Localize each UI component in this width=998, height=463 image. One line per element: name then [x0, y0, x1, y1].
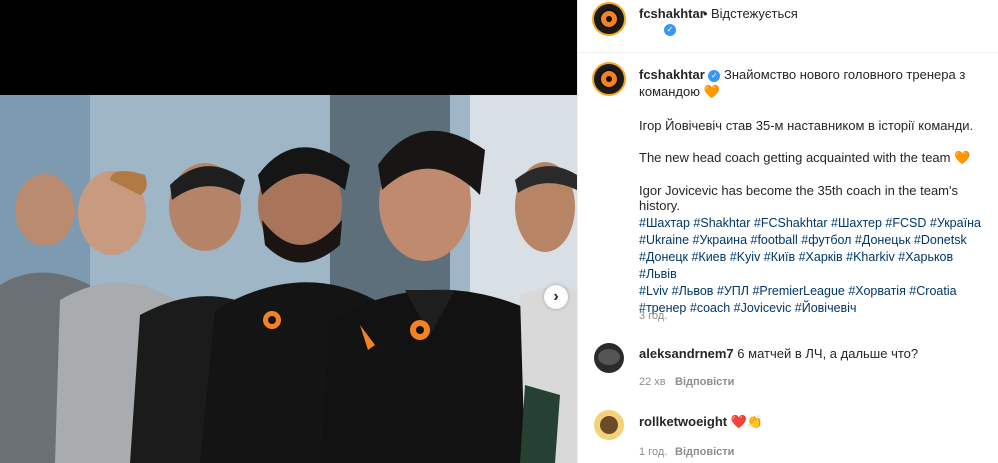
post-photo: [0, 95, 577, 463]
comment-text: ❤️👏: [730, 414, 764, 429]
hashtag-line[interactable]: #Ukraine #Украина #football #футбол #Дон…: [639, 232, 994, 249]
follow-status[interactable]: Відстежується: [711, 6, 798, 21]
post-sidebar: fcshakhtar • Відстежується ✓ fcshakhtar …: [577, 0, 998, 463]
comment-2: rollketwoeight ❤️👏: [639, 414, 763, 430]
post-header: fcshakhtar • Відстежується ✓: [578, 0, 998, 53]
chevron-right-icon[interactable]: ›: [544, 285, 568, 309]
orange-heart-icon: 🧡: [954, 150, 971, 165]
verified-badge-icon: ✓: [664, 24, 676, 36]
caption-username[interactable]: fcshakhtar: [639, 67, 705, 82]
comment-time[interactable]: 1 год.: [639, 446, 667, 458]
caption: fcshakhtar ✓ Знайомство нового головного…: [639, 66, 984, 100]
separator-dot: •: [703, 6, 708, 21]
caption-para-2-text: The new head coach getting acquainted wi…: [639, 150, 951, 165]
comment-username[interactable]: aleksandrnem7: [639, 346, 734, 361]
team-meeting-photo: [0, 95, 577, 463]
caption-para-2: The new head coach getting acquainted wi…: [639, 150, 989, 166]
comment-time[interactable]: 22 хв: [639, 376, 666, 388]
verified-badge-icon: ✓: [708, 69, 721, 82]
commenter-avatar[interactable]: [594, 343, 624, 373]
comment-text: 6 матчей в ЛЧ, а дальше что?: [737, 346, 919, 361]
commenter-avatar[interactable]: [594, 410, 624, 440]
reply-button[interactable]: Відповісти: [675, 446, 734, 458]
post-time[interactable]: 3 год.: [639, 310, 667, 322]
hashtag-line[interactable]: #тренер #coach #Jovicevic #Йовічевіч: [639, 300, 994, 317]
reply-button[interactable]: Відповісти: [675, 376, 734, 388]
comment-1: aleksandrnem7 6 матчей в ЛЧ, а дальше чт…: [639, 346, 918, 361]
caption-para-1: Ігор Йовічевіч став 35-м наставником в і…: [639, 118, 974, 133]
hashtag-line[interactable]: #Шахтар #Shakhtar #FCShakhtar #Шахтер #F…: [639, 215, 994, 232]
orange-heart-icon: 🧡: [703, 84, 720, 99]
post-media: ›: [0, 0, 577, 463]
avatar[interactable]: [592, 2, 626, 36]
hashtags: #Шахтар #Shakhtar #FCShakhtar #Шахтер #F…: [639, 215, 994, 317]
caption-avatar[interactable]: [592, 62, 626, 96]
hashtag-line[interactable]: #Донецк #Киев #Kyiv #Київ #Харків #Khark…: [639, 249, 994, 283]
comment-username[interactable]: rollketwoeight: [639, 414, 727, 429]
username[interactable]: fcshakhtar: [639, 6, 705, 21]
caption-para-3: Igor Jovicevic has become the 35th coach…: [639, 183, 958, 213]
hashtag-line[interactable]: #Lviv #Львов #УПЛ #PremierLeague #Хорват…: [639, 283, 994, 300]
